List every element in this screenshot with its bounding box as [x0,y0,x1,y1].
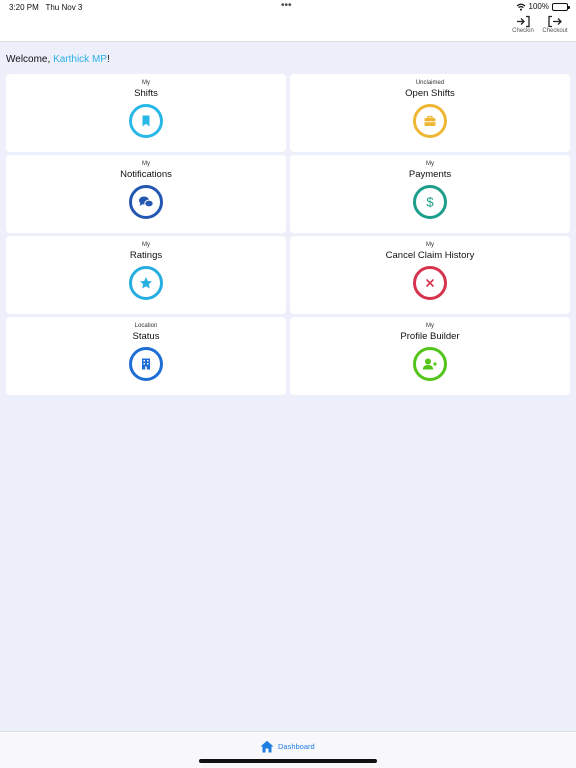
card-cancel-claim-history[interactable]: My Cancel Claim History [290,236,570,314]
checkout-button[interactable]: Checkout [540,15,570,34]
wifi-icon [516,3,525,11]
card-icon-circle [413,104,447,138]
card-subtitle: My [142,242,150,248]
sign-in-icon [517,15,530,28]
card-icon-circle [129,347,163,381]
status-date: Thu Nov 3 [45,3,83,12]
sign-out-icon [548,15,562,28]
card-icon-circle [129,104,163,138]
card-open-shifts[interactable]: Unclaimed Open Shifts [290,74,570,152]
multitask-dots[interactable]: ••• [281,0,292,11]
svg-text:$: $ [426,195,434,209]
star-icon [140,277,152,289]
card-icon-circle: $ [413,185,447,219]
card-subtitle: My [426,323,434,329]
card-subtitle: My [426,242,434,248]
welcome-message: Welcome, Karthick MP! [6,54,110,65]
card-subtitle: My [426,161,434,167]
status-time: 3:20 PM Thu Nov 3 [9,3,82,12]
tab-dashboard[interactable]: Dashboard [260,740,315,753]
welcome-prefix: Welcome, [6,54,54,65]
battery-icon [552,2,570,11]
card-icon-circle [129,266,163,300]
card-title: Notifications [120,169,172,180]
card-subtitle: My [142,161,150,167]
card-title: Shifts [134,88,158,99]
card-ratings[interactable]: My Ratings [6,236,286,314]
top-bar: 3:20 PM Thu Nov 3 ••• 100% Checkin Check… [0,0,576,42]
bookmark-icon [142,115,150,127]
status-indicators: 100% [516,2,570,11]
checkin-button[interactable]: Checkin [508,15,538,34]
card-profile-builder[interactable]: My Profile Builder [290,317,570,395]
card-icon-circle [413,266,447,300]
card-shifts[interactable]: My Shifts [6,74,286,152]
card-title: Ratings [129,250,163,261]
checkout-label: Checkout [542,28,568,34]
chat-icon [139,196,154,208]
card-subtitle: Location [134,323,158,329]
card-title: Profile Builder [400,331,460,342]
home-icon [260,740,274,753]
card-payments[interactable]: My Payments $ [290,155,570,233]
briefcase-icon [424,115,436,126]
tab-dashboard-label: Dashboard [278,742,315,751]
checkin-label: Checkin [512,28,534,34]
card-icon-circle [129,185,163,219]
card-title: Payments [408,169,452,180]
welcome-suffix: ! [106,54,110,65]
user-plus-icon [422,358,437,370]
card-title: Open Shifts [405,88,455,99]
card-title: Cancel Claim History [385,250,475,261]
card-icon-circle [413,347,447,381]
card-notifications[interactable]: My Notifications [6,155,286,233]
card-subtitle: My [142,80,150,86]
card-location-status[interactable]: Location Status [6,317,286,395]
dollar-icon: $ [426,195,434,209]
card-subtitle: Unclaimed [415,80,445,86]
x-icon [426,279,434,287]
user-name: Karthick MP [53,54,107,65]
card-title: Status [132,331,160,342]
home-indicator[interactable] [199,759,377,763]
status-clock: 3:20 PM [9,3,39,12]
battery-percent: 100% [528,2,549,11]
building-icon [142,358,150,370]
